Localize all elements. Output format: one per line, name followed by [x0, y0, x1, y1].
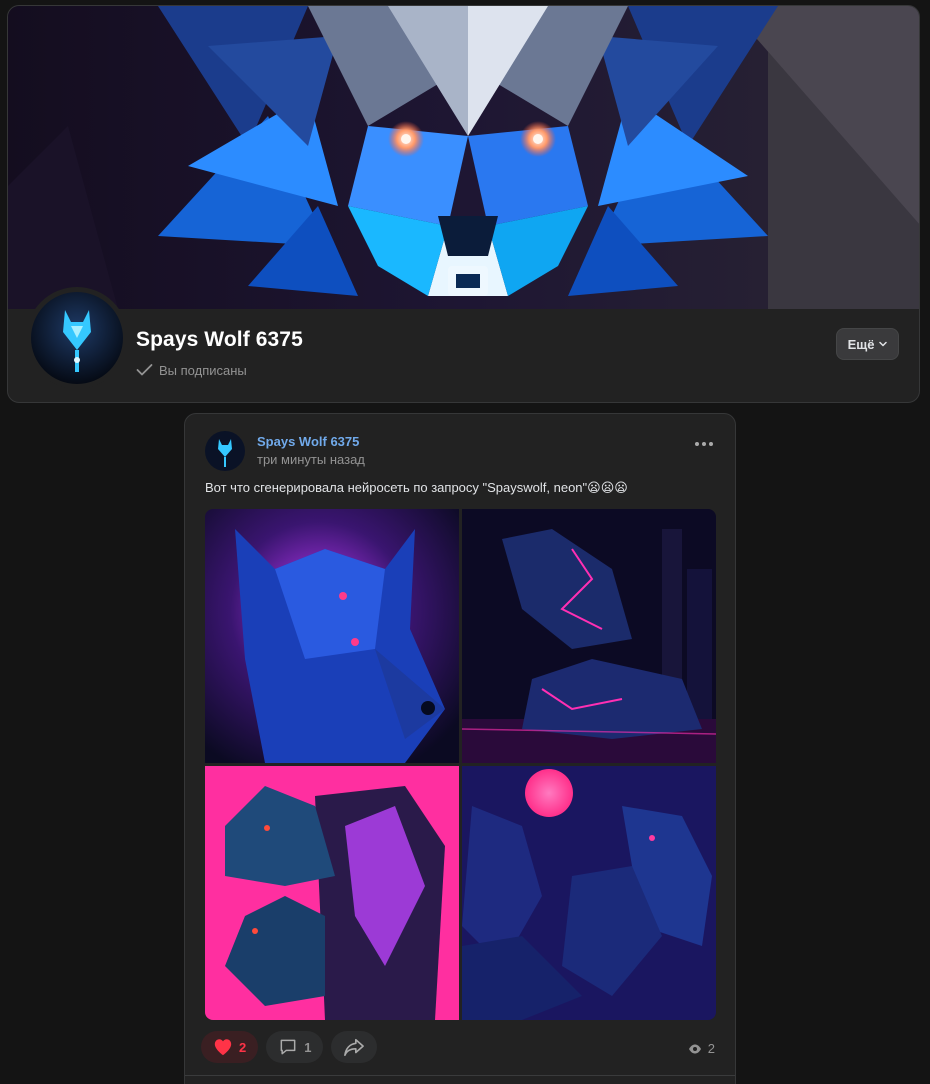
post-actions: 2 1	[201, 1031, 378, 1063]
more-button[interactable]: Ещё	[836, 328, 899, 360]
post-author-name[interactable]: Spays Wolf 6375	[257, 434, 359, 449]
subscription-status-label: Вы подписаны	[159, 362, 247, 378]
more-horizontal-icon[interactable]	[695, 442, 713, 446]
comment-count: 1	[304, 1039, 312, 1055]
post-timestamp[interactable]: три минуты назад	[257, 452, 365, 467]
post-photo[interactable]	[205, 766, 459, 1020]
share-icon	[344, 1038, 365, 1056]
post-photo[interactable]	[462, 766, 716, 1020]
post-text: Вот что сгенерировала нейросеть по запро…	[205, 480, 628, 495]
eye-icon	[688, 1044, 701, 1053]
group-header-card: Spays Wolf 6375 Вы подписаны Ещё	[7, 5, 920, 403]
comment-button[interactable]: 1	[266, 1031, 324, 1063]
like-count: 2	[239, 1039, 247, 1055]
group-name[interactable]: Spays Wolf 6375	[136, 328, 303, 352]
heart-icon	[214, 1039, 232, 1056]
post-author-avatar[interactable]	[205, 431, 245, 471]
subscription-status[interactable]: Вы подписаны	[136, 362, 247, 378]
like-button[interactable]: 2	[201, 1031, 259, 1063]
comment-icon	[280, 1039, 296, 1055]
views-count: 2	[707, 1041, 715, 1056]
photo-grid	[205, 509, 716, 1020]
group-avatar[interactable]	[26, 287, 128, 389]
more-button-label: Ещё	[847, 336, 875, 352]
post-divider	[185, 1075, 735, 1076]
views-counter: 2	[688, 1041, 715, 1056]
chevron-down-icon	[879, 341, 888, 347]
post-photo[interactable]	[205, 509, 459, 763]
group-cover-image	[8, 6, 919, 309]
checkmark-icon	[136, 364, 153, 376]
share-button[interactable]	[331, 1031, 378, 1063]
post-photo[interactable]	[462, 509, 716, 763]
post-card: Spays Wolf 6375 три минуты назад Вот что…	[184, 413, 736, 1084]
